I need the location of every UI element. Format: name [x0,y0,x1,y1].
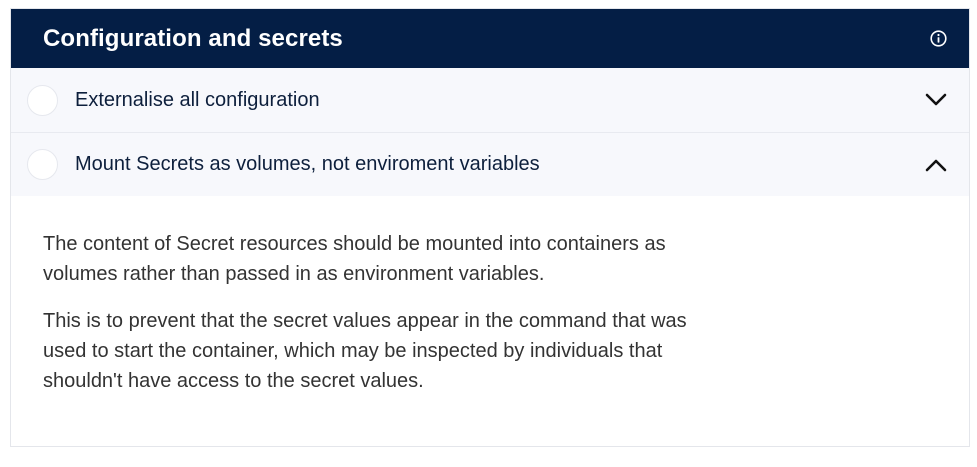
chevron-down-icon[interactable] [923,87,949,113]
accordion-item-label: Externalise all configuration [75,88,320,111]
info-icon[interactable] [929,30,947,48]
configuration-card: Configuration and secrets Externalise al… [10,8,970,447]
accordion-item-mount-secrets[interactable]: Mount Secrets as volumes, not enviroment… [11,132,969,196]
accordion-item-label: Mount Secrets as volumes, not enviroment… [75,153,540,175]
accordion-item-externalise-configuration[interactable]: Externalise all configuration [11,68,969,132]
accordion-expanded-content: The content of Secret resources should b… [11,196,969,396]
description-paragraph: This is to prevent that the secret value… [43,310,687,392]
status-radio[interactable] [27,84,58,116]
description-paragraph: The content of Secret resources should b… [43,233,666,285]
card-header: Configuration and secrets [11,9,969,68]
card-title: Configuration and secrets [43,24,343,52]
status-radio[interactable] [27,149,58,180]
chevron-up-icon[interactable] [923,152,949,178]
